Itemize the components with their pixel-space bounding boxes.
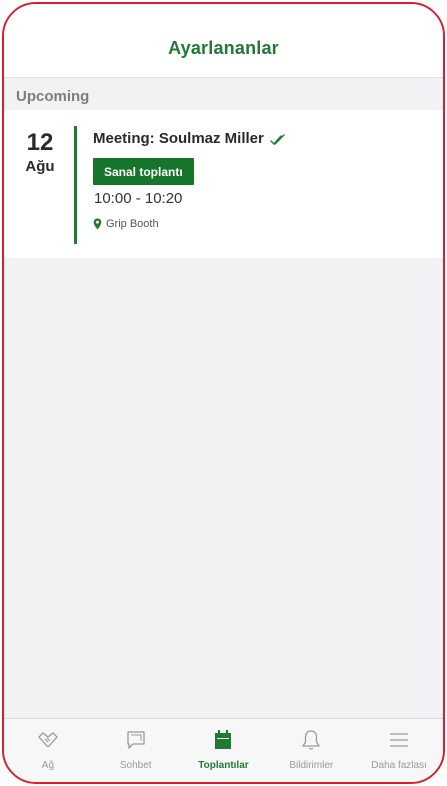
calendar-icon	[211, 728, 235, 752]
tab-notifications[interactable]: Bildirimler	[267, 719, 355, 782]
meeting-title: Meeting: Soulmaz Miller	[93, 130, 264, 147]
meeting-time: 10:00 - 10:20	[94, 190, 183, 207]
menu-icon	[387, 728, 411, 752]
tab-label: Daha fazlası	[371, 760, 427, 771]
tab-meetings[interactable]: Toplantılar	[180, 719, 268, 782]
app-frame: Ayarlananlar Upcoming 12 Ağu Meeting: So…	[2, 2, 445, 784]
meeting-card[interactable]: 12 Ağu Meeting: Soulmaz Miller Sanal top…	[4, 110, 443, 258]
meeting-title-row: Meeting: Soulmaz Miller	[93, 130, 286, 147]
date-month: Ağu	[25, 158, 55, 175]
handshake-icon	[36, 728, 60, 752]
page-title: Ayarlananlar	[168, 38, 279, 58]
tab-label: Ağ	[41, 760, 55, 771]
tab-more[interactable]: Daha fazlası	[355, 719, 443, 782]
tab-label: Sohbet	[119, 760, 152, 771]
location-pin-icon	[93, 218, 102, 230]
date-day: 12	[26, 129, 54, 156]
location-label: Grip Booth	[106, 218, 159, 230]
bottom-tab-bar: Ağ Sohbet Toplantılar Bildirimler Daha f…	[4, 718, 443, 782]
tab-label: Toplantılar	[198, 760, 249, 771]
chat-icon	[124, 728, 148, 752]
header: Ayarlananlar	[4, 4, 443, 78]
tab-chat[interactable]: Sohbet	[92, 719, 180, 782]
accent-bar	[74, 126, 77, 244]
meeting-date: 12 Ağu	[18, 129, 62, 176]
double-check-icon	[270, 133, 286, 145]
tab-label: Bildirimler	[289, 760, 334, 771]
tab-network[interactable]: Ağ	[4, 719, 92, 782]
section-label-upcoming: Upcoming	[16, 88, 90, 105]
bell-icon	[299, 728, 323, 752]
virtual-meeting-badge: Sanal toplantı	[93, 158, 194, 185]
meeting-location: Grip Booth	[93, 218, 159, 230]
